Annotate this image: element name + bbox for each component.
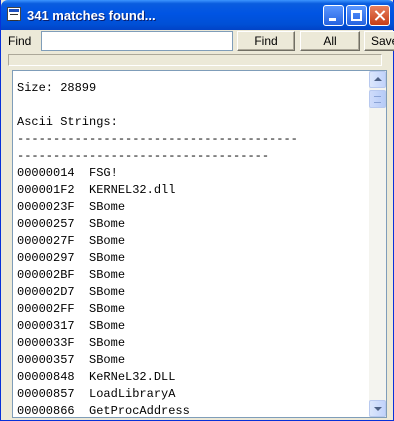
- save-button[interactable]: Save: [364, 31, 394, 51]
- list-line: 0000027F SBome: [17, 234, 126, 248]
- vertical-scrollbar[interactable]: [369, 71, 386, 417]
- scroll-down-arrow-icon[interactable]: [369, 400, 386, 417]
- list-line: [17, 97, 298, 114]
- scroll-thumb[interactable]: [369, 90, 386, 108]
- list-line: 000002D7 SBome: [17, 285, 126, 299]
- toolbar: Find Find All Save: [1, 30, 394, 52]
- list-line: 000002BF SBome: [17, 268, 126, 282]
- app-icon[interactable]: [7, 7, 21, 21]
- list-line: 0000033F SBome: [17, 336, 126, 350]
- list-line: 0000023F SBome: [17, 200, 126, 214]
- list-line: 00000297 SBome: [17, 251, 126, 265]
- list-line: -----------------------------------: [17, 149, 270, 163]
- list-line: ---------------------------------------: [17, 132, 298, 146]
- list-line: 00000857 LoadLibraryA: [17, 387, 176, 401]
- minimize-button[interactable]: [323, 5, 344, 26]
- find-label: Find: [8, 34, 32, 48]
- results-content: Size: 28899 Ascii Strings: ---------------…: [17, 80, 298, 418]
- progress-bar: [8, 54, 382, 66]
- main-window: 341 matches found... Find Find All Save …: [0, 0, 394, 421]
- list-line: 00000014 FSG!: [17, 166, 118, 180]
- window-title: 341 matches found...: [27, 8, 156, 23]
- list-line: 00000317 SBome: [17, 319, 126, 333]
- list-line: Ascii Strings:: [17, 115, 118, 129]
- close-button[interactable]: [369, 5, 390, 26]
- list-line: 00000848 KeRNeL32.DLL: [17, 370, 176, 384]
- list-line: 000002FF SBome: [17, 302, 126, 316]
- find-all-button[interactable]: All: [300, 31, 360, 51]
- scroll-up-arrow-icon[interactable]: [369, 71, 386, 88]
- list-line: 00000357 SBome: [17, 353, 126, 367]
- list-line: Size: 28899: [17, 81, 97, 95]
- find-button[interactable]: Find: [237, 31, 295, 51]
- list-line: 00000866 GetProcAddress: [17, 404, 190, 418]
- title-bar[interactable]: 341 matches found...: [1, 0, 394, 30]
- maximize-button[interactable]: [346, 5, 367, 26]
- results-list[interactable]: Size: 28899 Ascii Strings: ---------------…: [12, 70, 387, 418]
- list-line: 00000257 SBome: [17, 217, 126, 231]
- list-line: 000001F2 KERNEL32.dll: [17, 183, 176, 197]
- search-input[interactable]: [41, 31, 233, 51]
